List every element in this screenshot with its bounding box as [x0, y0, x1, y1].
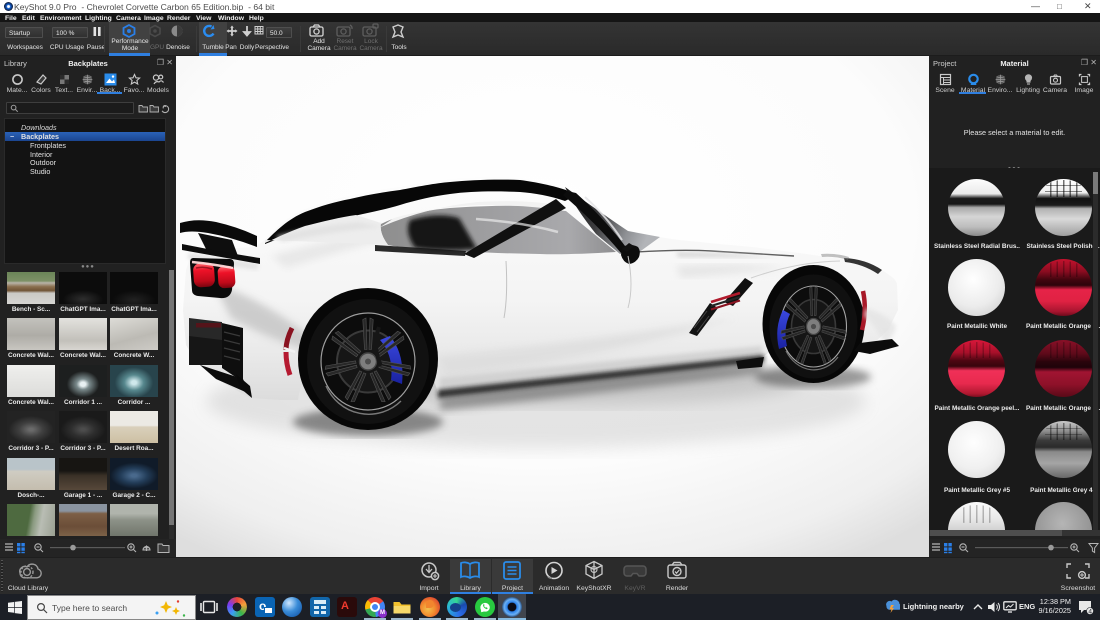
- svg-text:4: 4: [1088, 608, 1092, 615]
